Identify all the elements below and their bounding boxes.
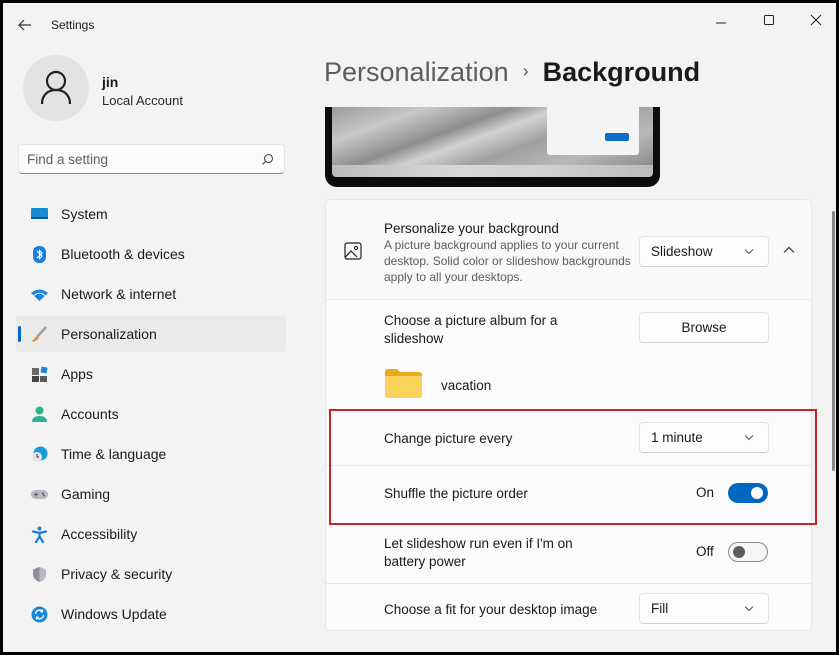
dropdown-value: 1 minute	[651, 430, 703, 445]
background-type-dropdown[interactable]: Slideshow	[639, 236, 769, 267]
chevron-up-icon	[783, 246, 795, 253]
back-arrow-icon	[18, 19, 31, 31]
sidebar-item-label: Bluetooth & devices	[61, 246, 185, 262]
folder-icon	[385, 369, 422, 398]
app-title: Settings	[51, 18, 95, 32]
shuffle-title: Shuffle the picture order	[384, 486, 528, 501]
album-folder-name[interactable]: vacation	[441, 378, 491, 393]
search-input[interactable]	[27, 150, 247, 168]
gaming-icon	[31, 490, 48, 499]
chevron-down-icon	[744, 606, 754, 612]
accounts-icon	[32, 406, 47, 422]
shuffle-state-label: On	[696, 485, 715, 500]
sidebar-item-label: Windows Update	[61, 606, 167, 622]
sidebar-item-privacy-security[interactable]: Privacy & security	[16, 556, 286, 592]
dropdown-value: Slideshow	[651, 244, 713, 259]
maximize-icon	[764, 15, 774, 25]
system-icon	[31, 208, 48, 219]
wifi-icon	[31, 289, 48, 301]
desktop-preview	[325, 107, 660, 187]
battery-toggle[interactable]	[728, 542, 768, 562]
sidebar-item-system[interactable]: System	[16, 196, 286, 232]
bluetooth-icon	[33, 246, 46, 263]
shield-icon	[33, 567, 46, 582]
sidebar-item-bluetooth[interactable]: Bluetooth & devices	[16, 236, 286, 272]
change-picture-row: Change picture every 1 minute	[326, 410, 811, 466]
sidebar-item-windows-update[interactable]: Windows Update	[16, 596, 286, 632]
back-button[interactable]	[15, 15, 35, 35]
page-title: Background	[542, 57, 701, 87]
search-icon	[262, 153, 274, 165]
sidebar-item-label: Time & language	[61, 446, 167, 462]
sidebar-item-label: Privacy & security	[61, 566, 173, 582]
fit-title: Choose a fit for your desktop image	[384, 602, 598, 617]
minimize-icon	[716, 22, 726, 24]
apps-icon	[32, 366, 48, 382]
fit-dropdown[interactable]: Fill	[639, 593, 769, 624]
sidebar-item-personalization[interactable]: Personalization	[16, 316, 286, 352]
sidebar-item-network[interactable]: Network & internet	[16, 276, 286, 312]
sidebar-item-apps[interactable]: Apps	[16, 356, 286, 392]
sidebar-item-label: Network & internet	[61, 286, 177, 302]
battery-state-label: Off	[696, 544, 714, 559]
background-settings-card: Personalize your background A picture ba…	[325, 199, 812, 631]
maximize-button[interactable]	[755, 9, 783, 31]
personalize-description: A picture background applies to your cur…	[384, 238, 631, 284]
brush-icon	[32, 326, 47, 342]
dropdown-value: Fill	[651, 601, 669, 616]
accessibility-icon	[31, 526, 48, 543]
search-box[interactable]	[18, 144, 285, 174]
picture-icon	[344, 242, 362, 260]
avatar	[23, 55, 89, 121]
album-row: Choose a picture album for a slideshow B…	[326, 300, 811, 410]
close-icon	[810, 14, 822, 26]
sidebar-item-accessibility[interactable]: Accessibility	[16, 516, 286, 552]
sidebar-item-label: System	[61, 206, 108, 222]
fit-row: Choose a fit for your desktop image Fill	[326, 584, 811, 632]
sidebar-item-time-language[interactable]: Time & language	[16, 436, 286, 472]
close-button[interactable]	[802, 9, 830, 31]
personalize-title: Personalize your background	[384, 221, 559, 236]
breadcrumb-separator-icon: ›	[522, 61, 529, 81]
scrollbar[interactable]	[832, 211, 835, 471]
chevron-down-icon	[744, 249, 754, 255]
sidebar-item-accounts[interactable]: Accounts	[16, 396, 286, 432]
battery-row: Let slideshow run even if I'm on battery…	[326, 522, 811, 584]
chevron-down-icon	[744, 435, 754, 441]
preview-window	[547, 107, 639, 155]
person-icon	[40, 70, 72, 105]
title-bar: Settings	[3, 3, 836, 47]
change-picture-dropdown[interactable]: 1 minute	[639, 422, 769, 453]
browse-button[interactable]: Browse	[639, 312, 769, 343]
time-language-icon	[32, 446, 48, 462]
active-indicator	[18, 326, 21, 342]
sidebar-item-gaming[interactable]: Gaming	[16, 476, 286, 512]
personalize-background-row: Personalize your background A picture ba…	[326, 200, 811, 300]
toggle-knob	[751, 487, 763, 499]
toggle-knob	[733, 546, 745, 558]
album-title: Choose a picture album for a slideshow	[384, 313, 558, 346]
breadcrumb: Personalization › Background	[324, 57, 700, 88]
sidebar-item-label: Apps	[61, 366, 93, 382]
preview-taskbar	[332, 165, 653, 177]
sidebar-nav: System Bluetooth & devices Network & int…	[16, 196, 286, 636]
shuffle-row: Shuffle the picture order On	[326, 466, 811, 522]
sidebar-item-label: Accounts	[61, 406, 119, 422]
collapse-button[interactable]	[778, 240, 800, 260]
minimize-button[interactable]	[707, 9, 735, 31]
user-name: jin	[102, 74, 119, 90]
change-picture-title: Change picture every	[384, 431, 513, 446]
sidebar-item-label: Personalization	[61, 326, 157, 342]
battery-title: Let slideshow run even if I'm on battery…	[384, 536, 573, 569]
sidebar-item-label: Accessibility	[61, 526, 138, 542]
shuffle-toggle[interactable]	[728, 483, 768, 503]
user-profile[interactable]: jin Local Account	[23, 55, 293, 123]
sidebar-item-label: Gaming	[61, 486, 111, 502]
breadcrumb-parent[interactable]: Personalization	[324, 57, 509, 87]
preview-accent-button	[605, 133, 629, 141]
update-icon	[31, 606, 48, 623]
account-type: Local Account	[102, 93, 183, 108]
settings-window: Settings jin Local Account Find a settin…	[3, 3, 836, 652]
